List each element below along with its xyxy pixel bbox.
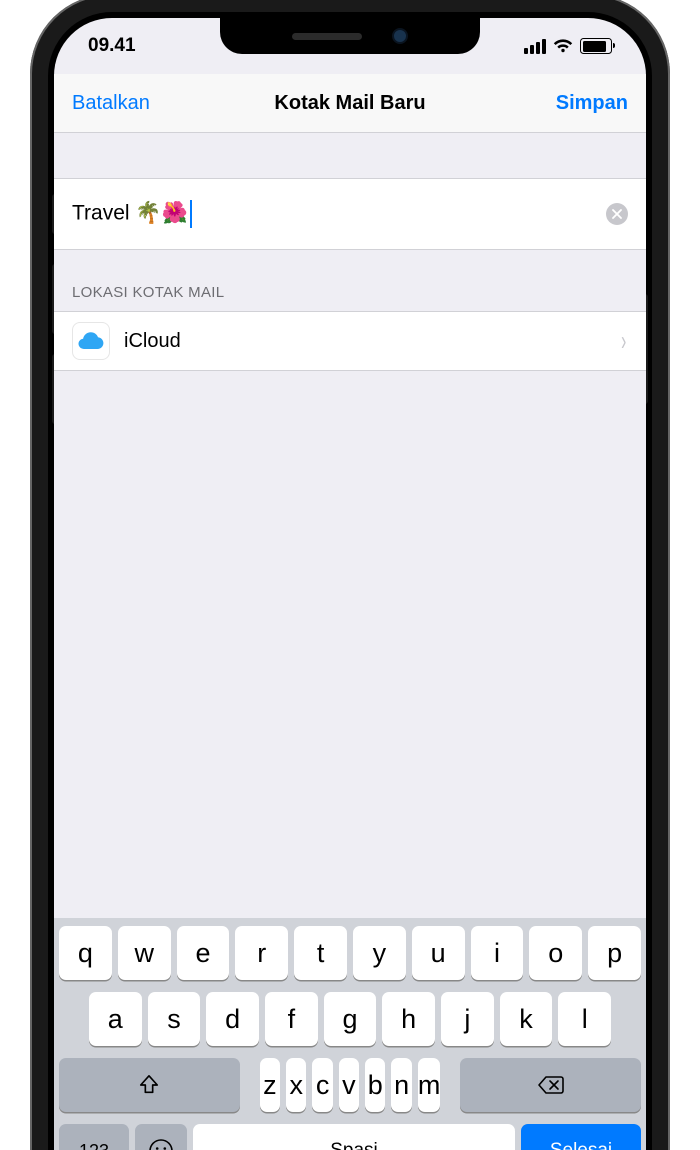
key-z[interactable]: z	[260, 1058, 280, 1112]
key-c[interactable]: c	[312, 1058, 332, 1112]
backspace-key[interactable]	[460, 1058, 641, 1112]
mailbox-location-cell[interactable]: iCloud ›	[54, 311, 646, 371]
key-a[interactable]: a	[89, 992, 142, 1046]
key-q[interactable]: q	[59, 926, 112, 980]
shift-icon	[138, 1074, 160, 1096]
numbers-key[interactable]: 123	[59, 1124, 129, 1150]
key-d[interactable]: d	[206, 992, 259, 1046]
key-p[interactable]: p	[588, 926, 641, 980]
key-i[interactable]: i	[471, 926, 524, 980]
key-j[interactable]: j	[441, 992, 494, 1046]
return-key[interactable]: Selesai	[521, 1124, 641, 1150]
chevron-right-icon: ›	[621, 325, 626, 357]
cellular-signal-icon	[524, 39, 546, 54]
mailbox-location-value: iCloud	[124, 330, 605, 353]
cancel-button[interactable]: Batalkan	[72, 92, 150, 115]
key-b[interactable]: b	[365, 1058, 385, 1112]
mailbox-name-value: Travel 🌴🌺	[72, 202, 188, 225]
key-n[interactable]: n	[391, 1058, 411, 1112]
mailbox-name-input[interactable]: Travel 🌴🌺	[72, 200, 606, 228]
mailbox-name-cell[interactable]: Travel 🌴🌺	[54, 178, 646, 250]
key-l[interactable]: l	[558, 992, 611, 1046]
text-cursor	[190, 200, 192, 228]
key-r[interactable]: r	[235, 926, 288, 980]
wifi-icon	[553, 39, 573, 54]
key-t[interactable]: t	[294, 926, 347, 980]
space-key[interactable]: Spasi	[193, 1124, 515, 1150]
battery-icon	[580, 38, 612, 54]
navigation-bar: Batalkan Kotak Mail Baru Simpan	[54, 74, 646, 133]
key-o[interactable]: o	[529, 926, 582, 980]
close-icon	[612, 209, 622, 219]
key-g[interactable]: g	[324, 992, 377, 1046]
onscreen-keyboard: qwertyuiop asdfghjkl zxcvbnm	[54, 918, 646, 1150]
key-h[interactable]: h	[382, 992, 435, 1046]
key-s[interactable]: s	[148, 992, 201, 1046]
key-w[interactable]: w	[118, 926, 171, 980]
mailbox-location-header: LOKASI KOTAK MAIL	[54, 250, 646, 311]
icloud-icon	[72, 322, 110, 360]
key-x[interactable]: x	[286, 1058, 306, 1112]
emoji-key[interactable]	[135, 1124, 187, 1150]
key-k[interactable]: k	[500, 992, 553, 1046]
backspace-icon	[537, 1075, 565, 1095]
status-time: 09.41	[88, 35, 136, 57]
emoji-icon	[148, 1138, 174, 1150]
save-button[interactable]: Simpan	[556, 92, 628, 115]
phone-notch	[220, 18, 480, 54]
key-m[interactable]: m	[418, 1058, 441, 1112]
key-f[interactable]: f	[265, 992, 318, 1046]
key-v[interactable]: v	[339, 1058, 359, 1112]
clear-text-button[interactable]	[606, 203, 628, 225]
key-y[interactable]: y	[353, 926, 406, 980]
shift-key[interactable]	[59, 1058, 240, 1112]
key-e[interactable]: e	[177, 926, 230, 980]
key-u[interactable]: u	[412, 926, 465, 980]
